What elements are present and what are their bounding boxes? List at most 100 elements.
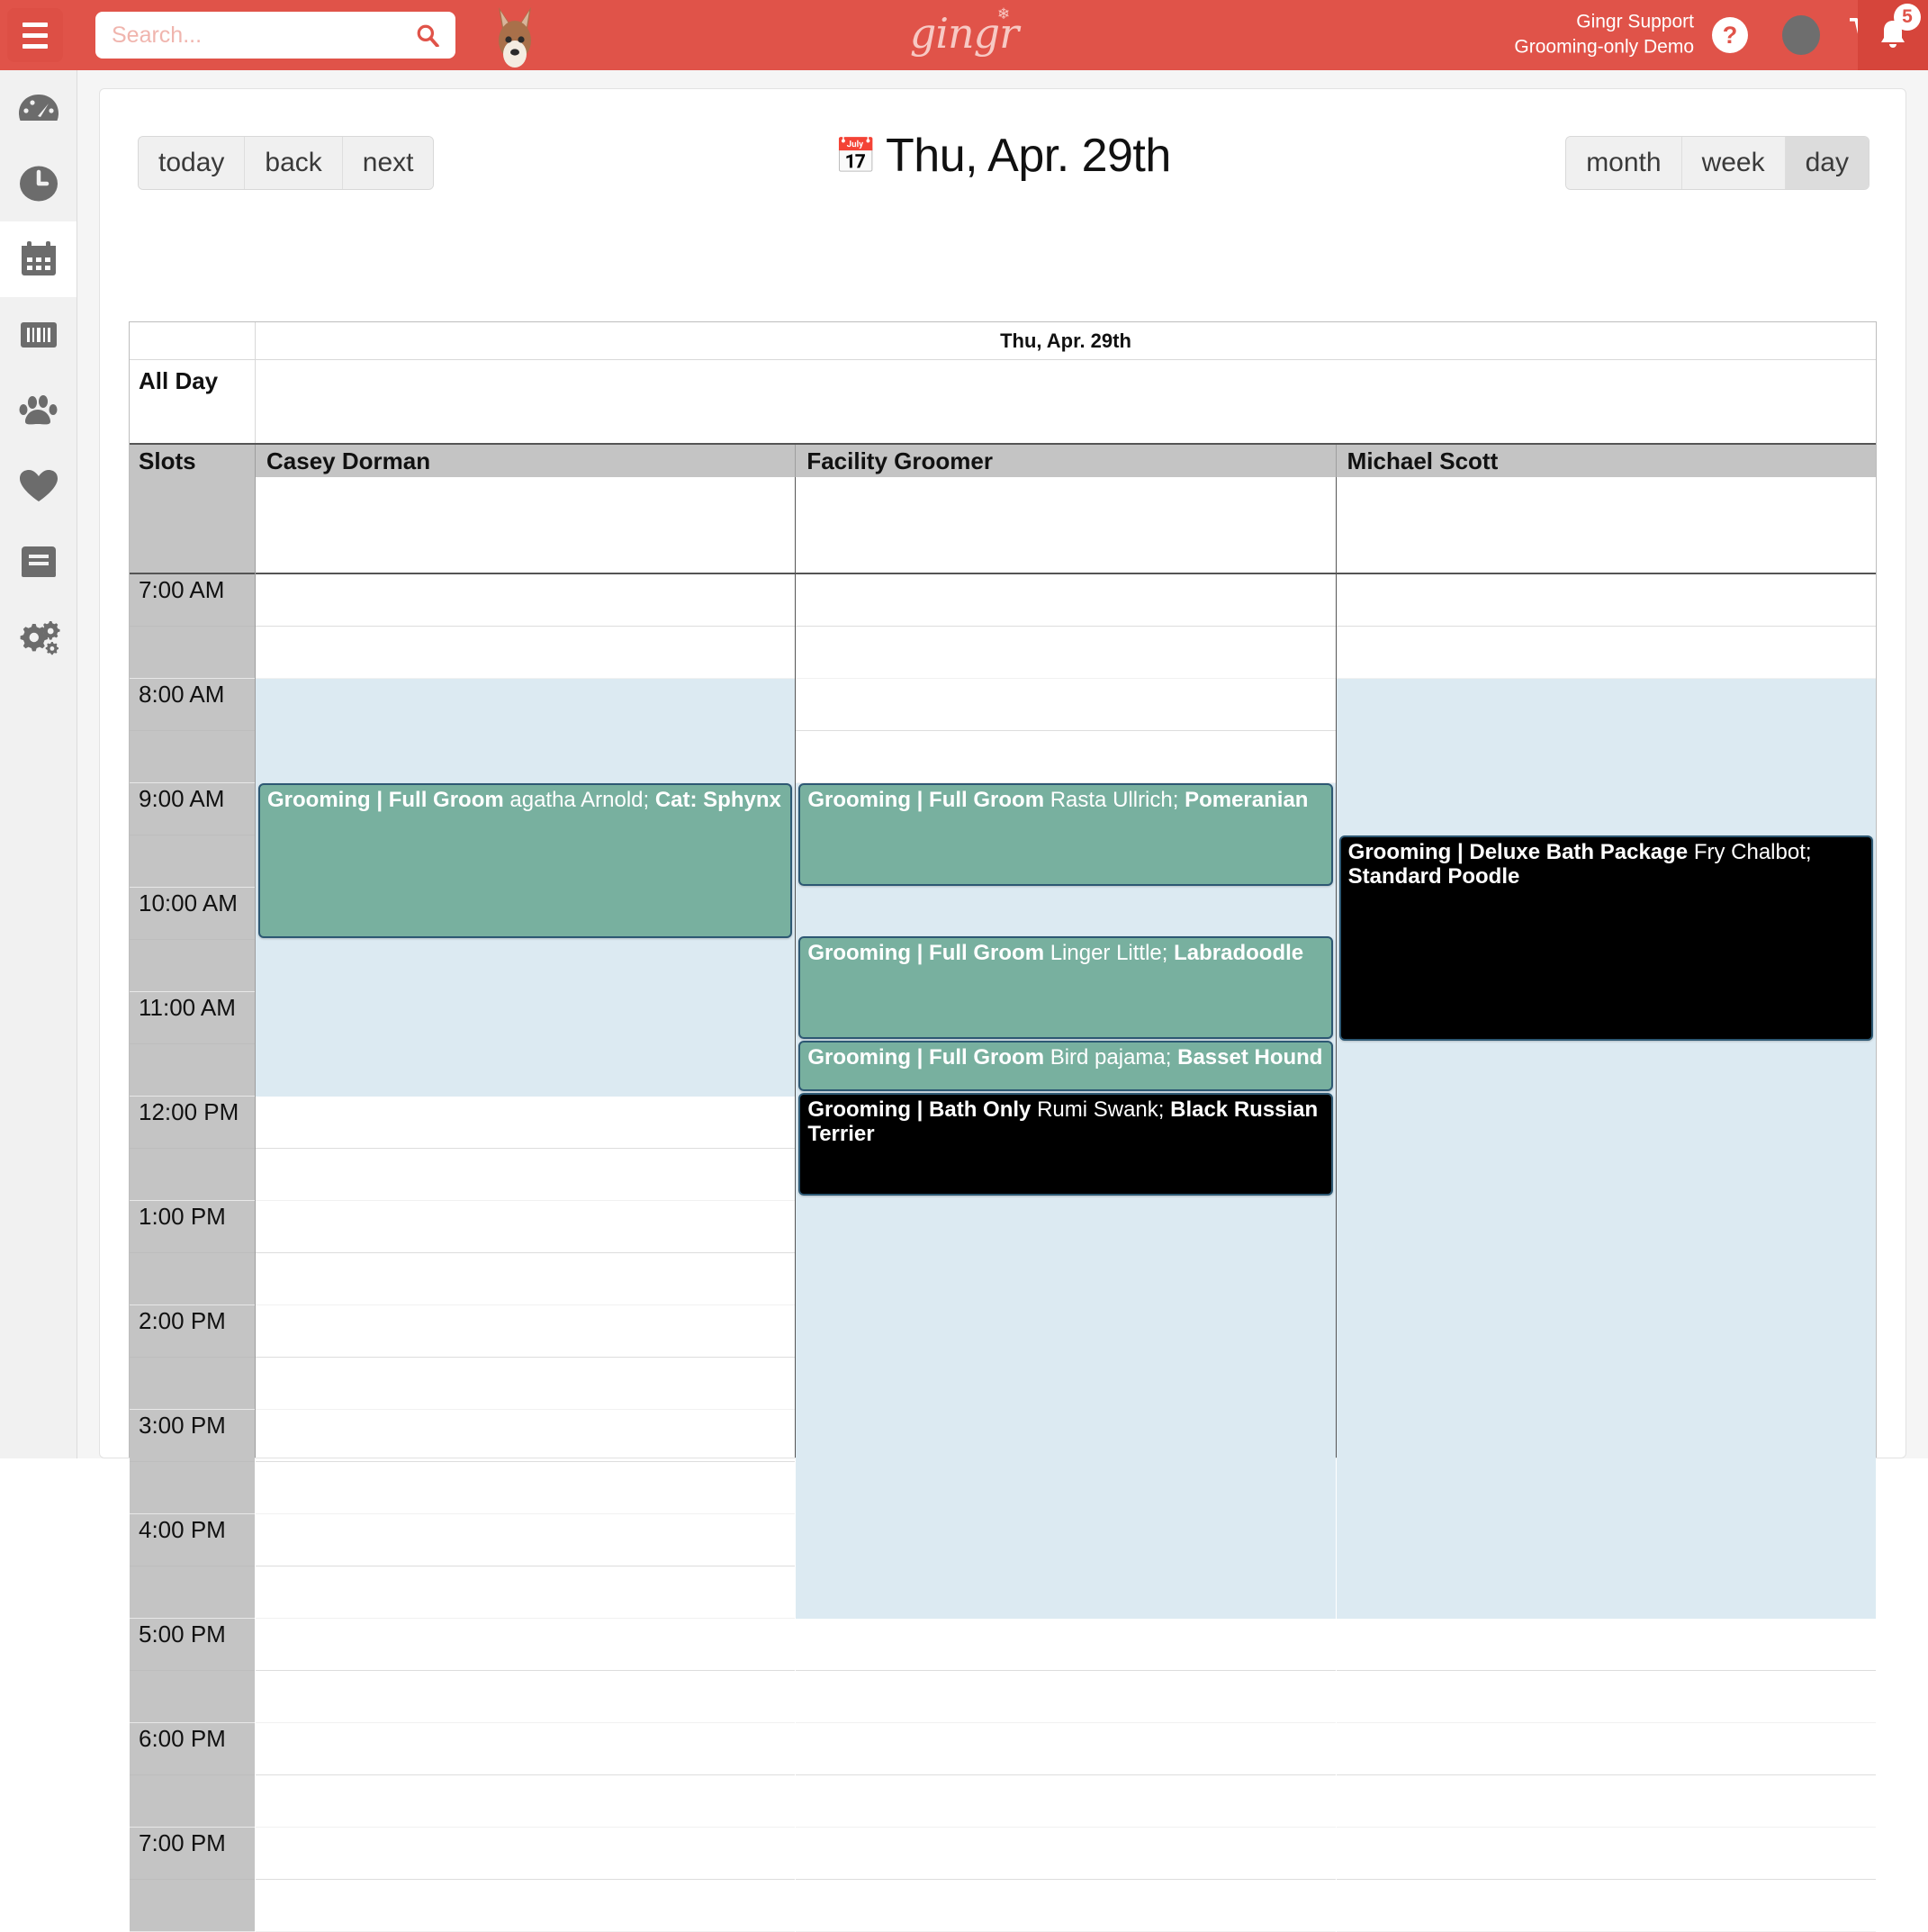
calendar-card: today back next 📅 Thu, Apr. 29th month we… <box>99 88 1906 1932</box>
hour-label: 1:00 PM <box>130 1201 255 1253</box>
event-customer: Rasta Ullrich; <box>1050 788 1179 812</box>
time-axis-column: 7:00 AM 8:00 AM 9:00 AM 10:00 AM 11:00 A… <box>130 477 256 1932</box>
search-icon[interactable] <box>416 23 439 47</box>
column-spacer <box>256 477 796 574</box>
halfhour-filler <box>130 1253 255 1305</box>
event-service: Grooming | Bath Only <box>807 1097 1032 1122</box>
hour-label: 10:00 AM <box>130 888 255 940</box>
calendar-event[interactable]: Grooming | Deluxe Bath Package Fry Chalb… <box>1338 835 1873 1041</box>
all-day-events-area[interactable] <box>256 360 1876 443</box>
resource-header-michael-scott: Michael Scott <box>1347 447 1499 474</box>
resource-column-casey-dorman[interactable]: Grooming | Full Groom agatha Arnold; Cat… <box>256 477 797 1932</box>
calendar-toolbar: today back next 📅 Thu, Apr. 29th month we… <box>129 123 1877 201</box>
view-day-button[interactable]: day <box>1785 137 1869 189</box>
paw-icon <box>19 395 57 425</box>
sidebar-item-reports[interactable] <box>0 524 77 600</box>
halfhour-filler <box>130 627 255 679</box>
day-header-label: Thu, Apr. 29th <box>1000 329 1131 352</box>
event-pet: Standard Poodle <box>1347 863 1520 889</box>
search-box[interactable] <box>95 12 455 59</box>
gears-icon <box>20 621 59 655</box>
halfhour-filler <box>130 835 255 888</box>
halfhour-filler <box>130 1566 255 1619</box>
gauge-icon <box>18 95 59 121</box>
clock-icon <box>19 166 58 202</box>
sidebar-item-dashboard[interactable] <box>0 70 77 146</box>
sidebar-item-time-clock[interactable] <box>0 146 77 221</box>
calendar-event[interactable]: Grooming | Full Groom agatha Arnold; Cat… <box>258 783 793 938</box>
column-spacer <box>1336 477 1876 574</box>
hour-label: 11:00 AM <box>130 992 255 1044</box>
sidebar-item-favorites[interactable] <box>0 448 77 524</box>
all-day-row: All Day <box>130 360 1876 445</box>
view-week-button[interactable]: week <box>1681 137 1786 189</box>
avatar-icon[interactable] <box>1782 15 1820 55</box>
calendar-event[interactable]: Grooming | Full Groom Rasta Ullrich; Pom… <box>798 783 1333 886</box>
event-pet: Labradoodle <box>1174 941 1304 965</box>
sidebar-item-animals[interactable] <box>0 373 77 448</box>
hour-label: 7:00 PM <box>130 1828 255 1880</box>
event-pet: Pomeranian <box>1185 788 1309 812</box>
view-month-button[interactable]: month <box>1566 137 1682 189</box>
book-icon <box>21 546 56 577</box>
brand-logo[interactable]: gingr ❄ <box>910 5 1019 58</box>
event-customer: agatha Arnold; <box>509 788 650 812</box>
halfhour-filler <box>130 1149 255 1201</box>
time-axis-spacer <box>130 477 255 574</box>
halfhour-filler <box>130 731 255 783</box>
calendar-grid-body: 7:00 AM 8:00 AM 9:00 AM 10:00 AM 11:00 A… <box>130 477 1876 1932</box>
halfhour-filler <box>130 1671 255 1723</box>
view-switcher-group: month week day <box>1565 136 1869 190</box>
day-calendar: Thu, Apr. 29th All Day Slots Casey Dorma… <box>129 321 1877 1932</box>
notification-badge: 5 <box>1894 4 1921 31</box>
account-name: Gingr Support <box>1576 11 1694 32</box>
resource-column-michael-scott[interactable]: Grooming | Deluxe Bath Package Fry Chalb… <box>1336 477 1876 1932</box>
sidebar-item-settings[interactable] <box>0 600 77 675</box>
halfhour-filler <box>130 1044 255 1097</box>
sidebar-item-point-of-sale[interactable] <box>0 297 77 373</box>
calendar-day-header-row: Thu, Apr. 29th <box>130 322 1876 360</box>
calendar-icon: 📅 <box>834 138 878 176</box>
sidebar <box>0 70 77 1458</box>
heart-icon <box>19 470 58 501</box>
event-pet: Basset Hound <box>1177 1045 1323 1070</box>
all-day-label: All Day <box>130 360 256 443</box>
page-scrollbar[interactable] <box>1915 70 1928 1458</box>
question-mark-icon[interactable]: ? <box>1712 17 1748 53</box>
event-customer: Linger Little; <box>1050 941 1168 965</box>
top-bar: gingr ❄ Gingr Support Grooming-only Demo… <box>0 0 1928 70</box>
hour-label: 3:00 PM <box>130 1410 255 1462</box>
hour-label: 6:00 PM <box>130 1723 255 1775</box>
event-pet: Cat: Sphynx <box>654 788 781 812</box>
event-customer: Fry Chalbot; <box>1693 840 1812 864</box>
event-service: Grooming | Full Groom <box>267 788 504 812</box>
search-input[interactable] <box>95 12 455 59</box>
sidebar-item-calendar[interactable] <box>0 221 77 297</box>
hour-label: 4:00 PM <box>130 1514 255 1566</box>
dog-mascot-icon <box>490 0 540 70</box>
calendar-icon <box>21 241 56 275</box>
resource-header-casey-dorman: Casey Dorman <box>256 445 797 477</box>
paw-icon: ❄ <box>996 5 1010 23</box>
notifications-button[interactable]: 5 <box>1858 0 1928 70</box>
hour-label: 8:00 AM <box>130 679 255 731</box>
main-content: today back next 📅 Thu, Apr. 29th month we… <box>77 70 1928 1932</box>
event-service: Grooming | Deluxe Bath Package <box>1347 840 1689 864</box>
event-customer: Bird pajama; <box>1050 1045 1172 1070</box>
resource-column-facility-groomer[interactable]: Grooming | Full Groom Rasta Ullrich; Pom… <box>796 477 1337 1932</box>
slots-label: Slots <box>130 445 256 477</box>
column-spacer <box>796 477 1336 574</box>
resource-header-row: Slots Casey Dorman Facility Groomer Mich… <box>130 445 1876 477</box>
calendar-event[interactable]: Grooming | Full Groom Bird pajama; Basse… <box>798 1041 1333 1091</box>
hour-label: 9:00 AM <box>130 783 255 835</box>
hamburger-icon[interactable] <box>7 8 63 62</box>
halfhour-filler <box>130 1462 255 1514</box>
halfhour-filler <box>130 1775 255 1828</box>
event-customer: Rumi Swank; <box>1037 1097 1165 1122</box>
calendar-event[interactable]: Grooming | Bath Only Rumi Swank; Black R… <box>798 1093 1333 1196</box>
account-info[interactable]: Gingr Support Grooming-only Demo <box>1514 10 1694 61</box>
halfhour-filler <box>130 1358 255 1410</box>
calendar-event[interactable]: Grooming | Full Groom Linger Little; Lab… <box>798 936 1333 1039</box>
hour-label: 2:00 PM <box>130 1305 255 1358</box>
hour-label: 5:00 PM <box>130 1619 255 1671</box>
